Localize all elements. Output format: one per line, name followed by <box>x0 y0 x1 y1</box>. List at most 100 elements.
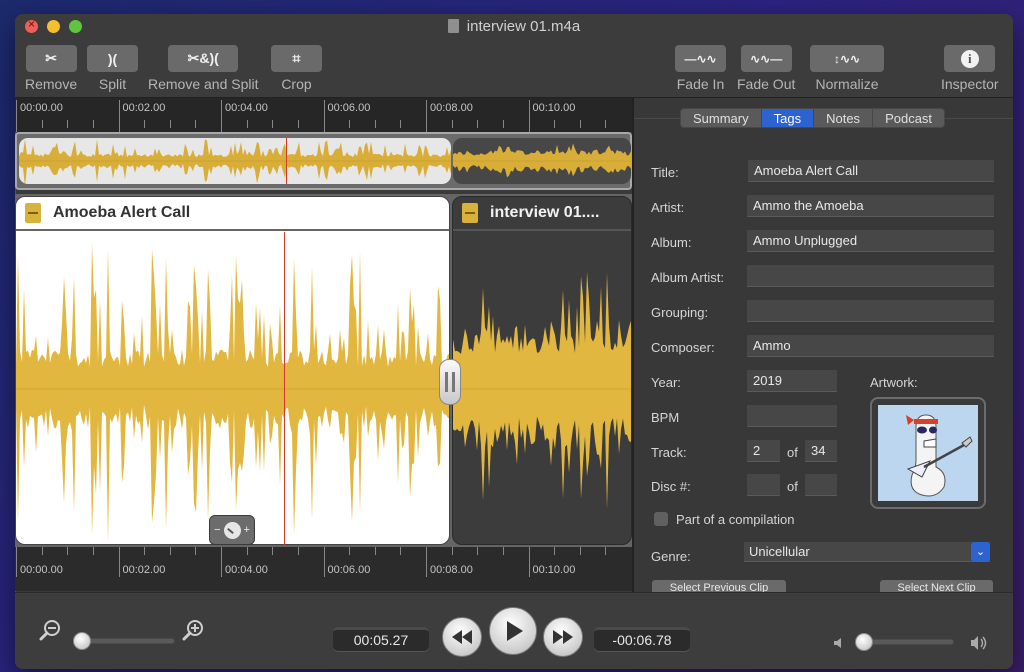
overview-waveform <box>453 143 631 178</box>
grouping-field[interactable] <box>747 300 994 322</box>
disc-total-field[interactable] <box>805 474 837 496</box>
ruler-minor-tick <box>195 547 197 555</box>
remove-button[interactable]: ✂ Remove <box>25 45 77 92</box>
clip-gain-control[interactable]: − + <box>209 515 255 545</box>
ruler-minor-tick <box>477 120 479 128</box>
clip-waveform <box>16 243 449 544</box>
overview-strip[interactable] <box>15 132 632 190</box>
disc-of-label: of <box>787 479 798 494</box>
ruler-time-label: 00:04.00 <box>225 564 268 576</box>
ruler-time-label: 00:00.00 <box>20 564 63 576</box>
fade-in-button[interactable]: —∿∿ Fade In <box>675 45 726 92</box>
overview-playhead[interactable] <box>286 138 287 184</box>
ruler-minor-tick <box>477 547 479 555</box>
clip-header: Amoeba Alert Call <box>16 197 449 231</box>
remove-and-split-label: Remove and Split <box>148 76 259 92</box>
ruler-minor-tick <box>41 120 43 128</box>
ruler-time-label: 00:06.00 <box>327 102 371 114</box>
fade-in-icon: —∿∿ <box>675 45 726 72</box>
album-label: Album: <box>651 235 692 250</box>
fade-out-label: Fade Out <box>737 76 796 92</box>
play-button[interactable] <box>489 607 537 655</box>
clip-amoeba-alert-call[interactable]: Amoeba Alert Call <box>15 196 450 545</box>
ruler-major-tick <box>16 547 17 577</box>
inspector-button[interactable]: i Inspector <box>941 45 999 92</box>
ruler-major-tick <box>118 547 120 577</box>
zoom-in-icon[interactable] <box>182 619 204 641</box>
genre-combobox[interactable]: Unicellular ⌄ <box>744 542 990 562</box>
track-of-label: of <box>787 445 798 460</box>
disc-number-field[interactable] <box>747 474 780 496</box>
volume-high-icon <box>971 636 987 650</box>
remove-and-split-button[interactable]: ✂&)( Remove and Split <box>148 45 259 92</box>
track-total-field[interactable]: 34 <box>805 440 837 462</box>
remove-label: Remove <box>25 76 78 92</box>
ruler-minor-tick <box>374 547 376 555</box>
timeline-ruler-top[interactable]: 00:00.00 00:02.00 00:04.00 00:06.00 00:08.00… <box>15 98 632 132</box>
ruler-minor-tick <box>272 547 274 555</box>
ruler-minor-tick <box>349 120 351 128</box>
fade-out-button[interactable]: ∿∿— Fade Out <box>737 45 795 92</box>
rewind-button[interactable] <box>442 617 482 657</box>
ruler-minor-tick <box>144 547 146 555</box>
normalize-button[interactable]: ↕∿∿ Normalize <box>810 45 884 92</box>
ruler-minor-tick <box>67 120 69 128</box>
zoom-slider-thumb[interactable] <box>73 632 91 650</box>
ruler-minor-tick <box>144 120 146 128</box>
album-artist-field[interactable] <box>747 265 994 287</box>
ruler-time-label: 00:10.00 <box>532 102 576 114</box>
ruler-minor-tick <box>554 547 556 555</box>
ruler-minor-tick <box>246 547 248 555</box>
year-field[interactable]: 2019 <box>747 370 837 392</box>
bpm-field[interactable] <box>747 405 837 427</box>
ruler-major-tick <box>118 100 120 132</box>
inspector-label: Inspector <box>941 76 999 92</box>
fast-forward-button[interactable] <box>543 617 583 657</box>
split-label: Split <box>98 76 127 92</box>
timeline-ruler-bottom[interactable]: 00:00.00 00:02.00 00:04.00 00:06.00 00:08.00… <box>15 547 632 591</box>
app-window: interview 01.m4a ✂ Remove )( Split ✂&)( … <box>15 14 1013 669</box>
ruler-minor-tick <box>605 547 607 555</box>
chevron-down-icon[interactable]: ⌄ <box>971 542 990 562</box>
album-field[interactable]: Ammo Unplugged <box>747 230 994 252</box>
crop-button[interactable]: ⌗ Crop <box>271 45 322 92</box>
ruler-major-tick <box>323 547 325 577</box>
ruler-time-label: 00:08.00 <box>430 564 473 576</box>
elapsed-time-display: 00:05.27 <box>333 627 429 651</box>
waveform-shape <box>453 143 631 178</box>
volume-slider-thumb[interactable] <box>855 633 873 651</box>
fade-out-icon: ∿∿— <box>740 45 792 72</box>
artist-field[interactable]: Ammo the Amoeba <box>747 195 994 217</box>
artwork-well[interactable] <box>870 397 986 509</box>
track-label: Track: <box>651 445 687 460</box>
composer-field[interactable]: Ammo <box>747 335 994 357</box>
overview-clip-interview[interactable] <box>453 138 631 184</box>
grouping-label: Grouping: <box>651 305 709 320</box>
scissors-icon: ✂ <box>25 45 77 72</box>
zoom-out-icon[interactable] <box>39 619 61 641</box>
artist-label: Artist: <box>651 200 685 215</box>
track-number-field[interactable]: 2 <box>747 440 780 462</box>
clip-boundary-handle[interactable] <box>439 359 461 405</box>
ruler-major-tick <box>221 100 222 132</box>
split-button[interactable]: )( Split <box>87 45 138 92</box>
ruler-time-label: 00:02.00 <box>122 564 166 576</box>
playhead[interactable] <box>284 232 285 545</box>
disc-label: Disc #: <box>651 479 691 494</box>
normalize-icon: ↕∿∿ <box>810 45 884 72</box>
tab-summary[interactable]: Summary <box>681 109 762 127</box>
ruler-minor-tick <box>400 120 402 128</box>
overview-waveform <box>19 139 451 184</box>
tab-podcast[interactable]: Podcast <box>873 109 944 127</box>
tab-notes[interactable]: Notes <box>814 109 874 127</box>
gain-knob-icon[interactable] <box>223 521 241 539</box>
ruler-minor-tick <box>374 120 376 128</box>
clip-waveform <box>453 271 631 510</box>
compilation-checkbox[interactable] <box>654 512 668 526</box>
tab-tags[interactable]: Tags <box>761 109 815 127</box>
ruler-minor-tick <box>297 547 299 555</box>
ruler-minor-tick <box>92 120 94 128</box>
overview-clip-amoeba-alert-call[interactable] <box>19 138 451 184</box>
clip-interview-01[interactable]: interview 01.... <box>452 196 632 545</box>
title-field[interactable]: Amoeba Alert Call <box>748 160 994 182</box>
